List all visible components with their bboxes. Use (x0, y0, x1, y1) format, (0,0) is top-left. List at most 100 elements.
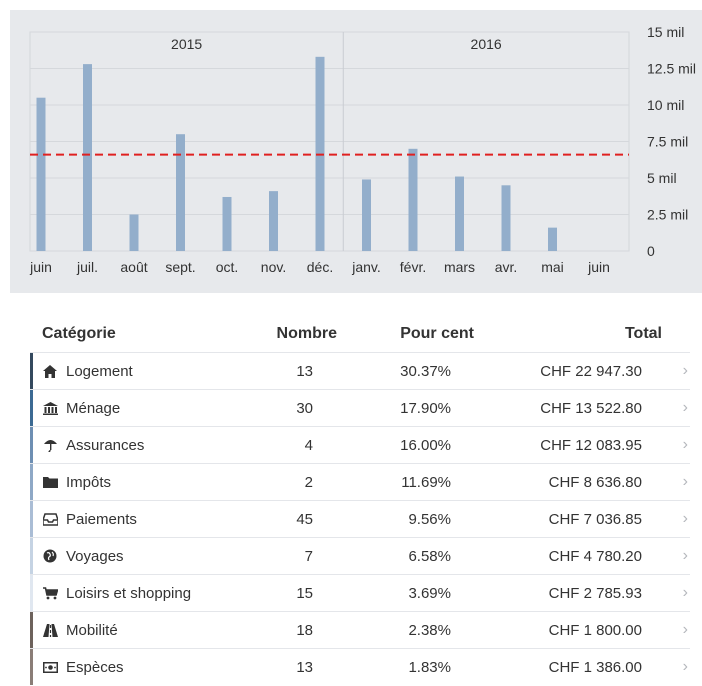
table-row[interactable]: Impôts 2 11.69% CHF 8 636.80 › (30, 463, 690, 500)
y-tick-label: 0 (647, 243, 655, 259)
chevron-right-icon[interactable]: › (642, 399, 690, 417)
count-cell: 7 (304, 547, 313, 565)
total-cell: CHF 12 083.95 (540, 436, 642, 454)
y-tick-label: 2.5 mil (647, 207, 688, 223)
table-row[interactable]: Logement 13 30.37% CHF 22 947.30 › (30, 352, 690, 389)
table-body: Logement 13 30.37% CHF 22 947.30 › Ménage 30 17… (30, 352, 690, 685)
bar-mai (548, 227, 557, 251)
chevron-right-icon[interactable]: › (642, 621, 690, 639)
category-label: Assurances (66, 436, 145, 454)
category-color-bar (30, 390, 33, 426)
bar-janv. (362, 179, 371, 251)
total-cell: CHF 4 780.20 (548, 547, 642, 565)
category-color-bar (30, 612, 33, 648)
category-label: Ménage (66, 399, 121, 417)
x-tick-label: avr. (495, 259, 518, 275)
category-color-bar (30, 353, 33, 389)
table-row[interactable]: Paiements 45 9.56% CHF 7 036.85 › (30, 500, 690, 537)
x-tick-label: nov. (261, 259, 286, 275)
category-cell: Loisirs et shopping (30, 585, 230, 602)
bar-juin (36, 97, 46, 251)
count-cell: 13 (296, 658, 313, 676)
table-row[interactable]: Mobilité 18 2.38% CHF 1 800.00 › (30, 611, 690, 648)
y-tick-label: 5 mil (647, 170, 677, 186)
total-cell: CHF 22 947.30 (540, 362, 642, 380)
home-icon (42, 364, 58, 378)
x-tick-label: mai (541, 259, 564, 275)
bar-juil. (83, 64, 92, 251)
count-cell: 4 (304, 436, 313, 454)
count-cell: 15 (296, 584, 313, 602)
bar-sept. (176, 134, 185, 251)
year-label-2016: 2016 (471, 36, 502, 52)
category-cell: Impôts (30, 474, 230, 491)
table-row[interactable]: Espèces 13 1.83% CHF 1 386.00 › (30, 648, 690, 685)
percent-cell: 16.00% (400, 436, 451, 454)
road-icon (42, 623, 58, 637)
count-cell: 2 (304, 473, 313, 491)
x-tick-label: juin (587, 259, 610, 275)
bar-chart: 0 2.5 mil 5 mil 7.5 mil 10 mil 12.5 mil 15 mil… (29, 24, 696, 275)
category-label: Logement (66, 362, 133, 380)
total-cell: CHF 1 386.00 (548, 658, 642, 676)
category-cell: Logement (30, 363, 230, 380)
count-cell: 13 (296, 362, 313, 380)
bar-mars (455, 176, 464, 251)
table-row[interactable]: Ménage 30 17.90% CHF 13 522.80 › (30, 389, 690, 426)
category-color-bar (30, 427, 33, 463)
category-label: Impôts (66, 473, 112, 491)
category-cell: Mobilité (30, 622, 230, 639)
percent-cell: 6.58% (408, 547, 451, 565)
x-tick-label: oct. (216, 259, 239, 275)
x-tick-label: juin (29, 259, 52, 275)
category-cell: Voyages (30, 548, 230, 565)
bar-avr. (501, 185, 511, 251)
category-table: Catégorie Nombre Pour cent Total Logemen… (30, 316, 690, 685)
umbrella-icon (42, 438, 58, 452)
chevron-right-icon[interactable]: › (642, 362, 690, 380)
percent-cell: 17.90% (400, 399, 451, 417)
category-color-bar (30, 649, 33, 685)
y-tick-label: 15 mil (647, 24, 684, 40)
percent-cell: 9.56% (408, 510, 451, 528)
x-tick-label: juil. (76, 259, 98, 275)
total-cell: CHF 2 785.93 (548, 584, 642, 602)
total-cell: CHF 8 636.80 (548, 473, 642, 491)
category-label: Voyages (66, 547, 124, 565)
header-percent[interactable]: Pour cent (337, 325, 474, 343)
header-count[interactable]: Nombre (230, 325, 337, 343)
bar-oct. (222, 196, 232, 251)
table-row[interactable]: Loisirs et shopping 15 3.69% CHF 2 785.93 › (30, 574, 690, 611)
table-row[interactable]: Voyages 7 6.58% CHF 4 780.20 › (30, 537, 690, 574)
category-cell: Ménage (30, 400, 230, 417)
table-row[interactable]: Assurances 4 16.00% CHF 12 083.95 › (30, 426, 690, 463)
chevron-right-icon[interactable]: › (642, 584, 690, 602)
y-tick-label: 12.5 mil (647, 61, 696, 77)
percent-cell: 11.69% (401, 473, 451, 491)
percent-cell: 1.83% (408, 658, 451, 676)
bar-févr. (408, 148, 418, 251)
year-label-2015: 2015 (171, 36, 202, 52)
x-tick-label: janv. (351, 259, 381, 275)
category-color-bar (30, 538, 33, 574)
percent-cell: 3.69% (408, 584, 451, 602)
x-tick-label: févr. (400, 259, 426, 275)
money-icon (42, 660, 58, 674)
x-tick-label: sept. (165, 259, 195, 275)
chevron-right-icon[interactable]: › (642, 547, 690, 565)
percent-cell: 30.37% (400, 362, 451, 380)
category-cell: Paiements (30, 511, 230, 528)
category-color-bar (30, 575, 33, 611)
chevron-right-icon[interactable]: › (642, 510, 690, 528)
count-cell: 18 (296, 621, 313, 639)
bar-nov. (269, 191, 278, 251)
chevron-right-icon[interactable]: › (642, 473, 690, 491)
folder-icon (42, 475, 58, 489)
category-label: Loisirs et shopping (66, 584, 192, 602)
category-label: Espèces (66, 658, 124, 676)
chevron-right-icon[interactable]: › (642, 436, 690, 454)
header-total[interactable]: Total (474, 325, 662, 343)
header-category[interactable]: Catégorie (30, 325, 230, 343)
inbox-icon (42, 512, 58, 526)
chevron-right-icon[interactable]: › (642, 658, 690, 676)
